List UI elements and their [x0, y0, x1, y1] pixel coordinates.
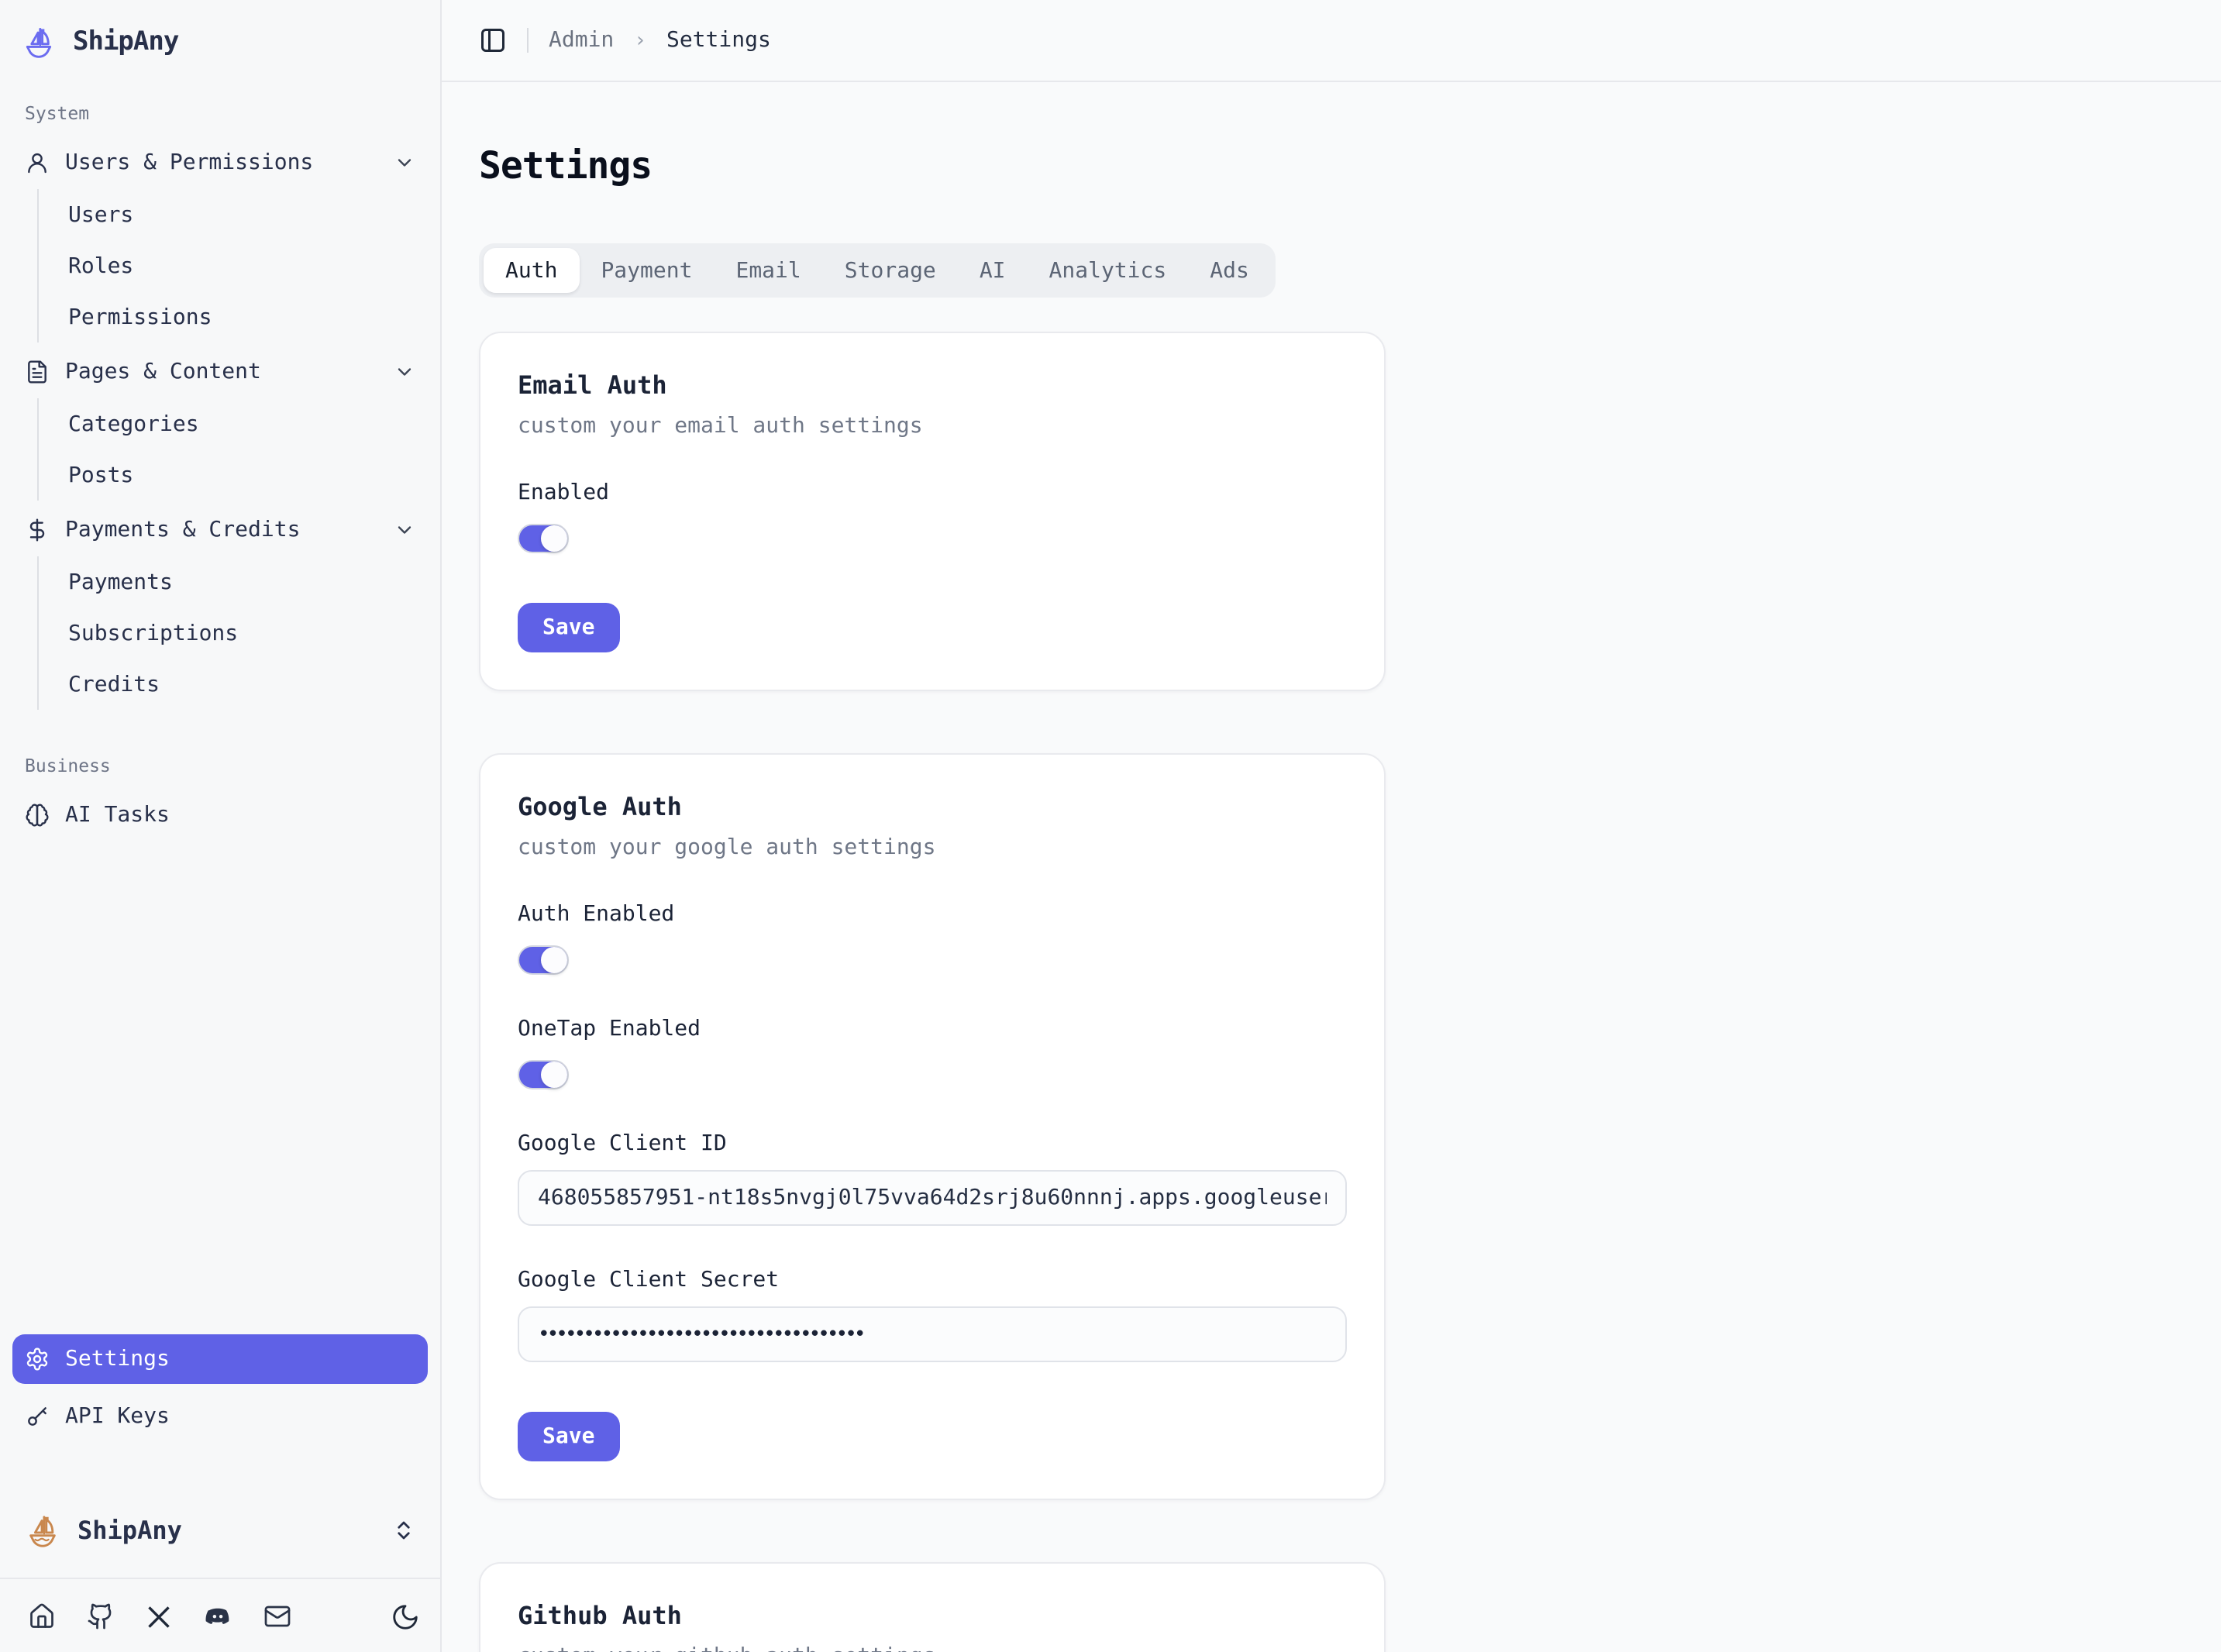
breadcrumb-separator: › [634, 29, 646, 52]
sidebar-item-settings[interactable]: Settings [12, 1334, 428, 1384]
card-title: Email Auth [518, 370, 1347, 400]
tab-ai[interactable]: AI [958, 248, 1028, 293]
card-title: Google Auth [518, 792, 1347, 821]
page-title: Settings [479, 144, 2184, 188]
save-button[interactable]: Save [518, 603, 619, 652]
auth-cards: Email Auth custom your email auth settin… [479, 332, 1386, 1652]
sidebar-submenu-pages: Categories Posts [37, 398, 428, 501]
app-root: ShipAny System Users & Permissions Users… [0, 0, 2221, 1652]
app-name: ShipAny [73, 26, 178, 57]
home-icon[interactable] [28, 1602, 56, 1630]
tab-email[interactable]: Email [714, 248, 822, 293]
org-switcher[interactable]: ShipAny [12, 1503, 428, 1557]
tab-storage[interactable]: Storage [823, 248, 958, 293]
breadcrumb-divider [527, 28, 529, 53]
save-button[interactable]: Save [518, 1412, 619, 1461]
sidebar-item-users[interactable]: Users [39, 189, 428, 240]
sidebar-group-payments-credits[interactable]: Payments & Credits [12, 505, 428, 555]
google-onetap-enabled-toggle[interactable] [518, 1060, 569, 1089]
card-subtitle: custom your google auth settings [518, 835, 1347, 860]
sidebar-section-system: System [12, 102, 428, 124]
sidebar-group-label: Pages & Content [65, 360, 261, 384]
sidebar-group-label: Payments & Credits [65, 518, 300, 542]
github-icon[interactable] [87, 1602, 115, 1630]
tab-auth[interactable]: Auth [484, 248, 579, 293]
org-name: ShipAny [77, 1516, 182, 1545]
google-client-id-label: Google Client ID [518, 1131, 1347, 1156]
google-auth-enabled-toggle[interactable] [518, 945, 569, 975]
tab-payment[interactable]: Payment [579, 248, 714, 293]
sidebar-group-pages-content[interactable]: Pages & Content [12, 347, 428, 397]
google-client-secret-input[interactable] [518, 1306, 1347, 1362]
toggle-knob [541, 1062, 567, 1088]
sidebar-toggle-icon[interactable] [479, 26, 507, 54]
enabled-label: Enabled [518, 480, 1347, 505]
sailboat-org-icon [25, 1513, 60, 1548]
sidebar-item-permissions[interactable]: Permissions [39, 291, 428, 342]
sidebar-item-api-keys[interactable]: API Keys [12, 1392, 428, 1441]
sidebar-group-label: Users & Permissions [65, 150, 313, 175]
breadcrumb-admin[interactable]: Admin [549, 28, 614, 53]
google-client-secret-label: Google Client Secret [518, 1268, 1347, 1292]
user-icon [25, 150, 50, 175]
card-subtitle: custom your github auth settings [518, 1644, 1347, 1652]
moon-icon[interactable] [391, 1602, 420, 1631]
key-icon [25, 1404, 50, 1429]
social-links-row [12, 1579, 428, 1640]
file-icon [25, 360, 50, 384]
settings-tabs: Auth Payment Email Storage AI Analytics … [479, 243, 1276, 298]
sidebar-item-posts[interactable]: Posts [39, 449, 428, 501]
gear-icon [25, 1347, 50, 1372]
email-auth-enabled-toggle[interactable] [518, 524, 569, 553]
dollar-icon [25, 518, 50, 542]
sidebar-item-subscriptions[interactable]: Subscriptions [39, 607, 428, 659]
sidebar-item-label: API Keys [65, 1404, 170, 1429]
sidebar-item-label: Settings [65, 1347, 170, 1372]
google-auth-card: Google Auth custom your google auth sett… [479, 753, 1386, 1500]
onetap-enabled-label: OneTap Enabled [518, 1017, 1347, 1041]
chevron-down-icon [394, 152, 415, 174]
sidebar-spacer [12, 840, 428, 1334]
sidebar-submenu-payments: Payments Subscriptions Credits [37, 556, 428, 710]
app-logo: ShipAny [12, 12, 428, 62]
chevrons-up-down-icon [392, 1519, 415, 1542]
sidebar-item-label: AI Tasks [65, 803, 170, 828]
google-client-id-input[interactable] [518, 1170, 1347, 1226]
card-subtitle: custom your email auth settings [518, 414, 1347, 439]
sidebar: ShipAny System Users & Permissions Users… [0, 0, 442, 1652]
x-icon[interactable] [146, 1603, 172, 1630]
brain-icon [25, 803, 50, 828]
tab-ads[interactable]: Ads [1188, 248, 1271, 293]
settings-content: Settings Auth Payment Email Storage AI A… [442, 82, 2221, 1652]
card-title: Github Auth [518, 1601, 1347, 1630]
sidebar-item-payments[interactable]: Payments [39, 556, 428, 607]
sidebar-item-credits[interactable]: Credits [39, 659, 428, 710]
main-area: Admin › Settings Settings Auth Payment E… [442, 0, 2221, 1652]
breadcrumb-bar: Admin › Settings [442, 0, 2221, 82]
sailboat-logo-icon [22, 25, 56, 59]
sidebar-item-roles[interactable]: Roles [39, 240, 428, 291]
sidebar-section-business: Business [12, 755, 428, 776]
sidebar-group-users-permissions[interactable]: Users & Permissions [12, 138, 428, 188]
sidebar-item-categories[interactable]: Categories [39, 398, 428, 449]
tab-analytics[interactable]: Analytics [1028, 248, 1189, 293]
toggle-knob [541, 947, 567, 973]
sidebar-item-ai-tasks[interactable]: AI Tasks [12, 790, 428, 840]
sidebar-submenu-users: Users Roles Permissions [37, 189, 428, 342]
github-auth-card: Github Auth custom your github auth sett… [479, 1562, 1386, 1652]
auth-enabled-label: Auth Enabled [518, 902, 1347, 927]
toggle-knob [541, 525, 567, 552]
chevron-down-icon [394, 361, 415, 383]
chevron-down-icon [394, 519, 415, 541]
discord-icon[interactable] [203, 1602, 232, 1631]
breadcrumb-settings: Settings [666, 28, 771, 53]
mail-icon[interactable] [263, 1602, 291, 1630]
email-auth-card: Email Auth custom your email auth settin… [479, 332, 1386, 691]
